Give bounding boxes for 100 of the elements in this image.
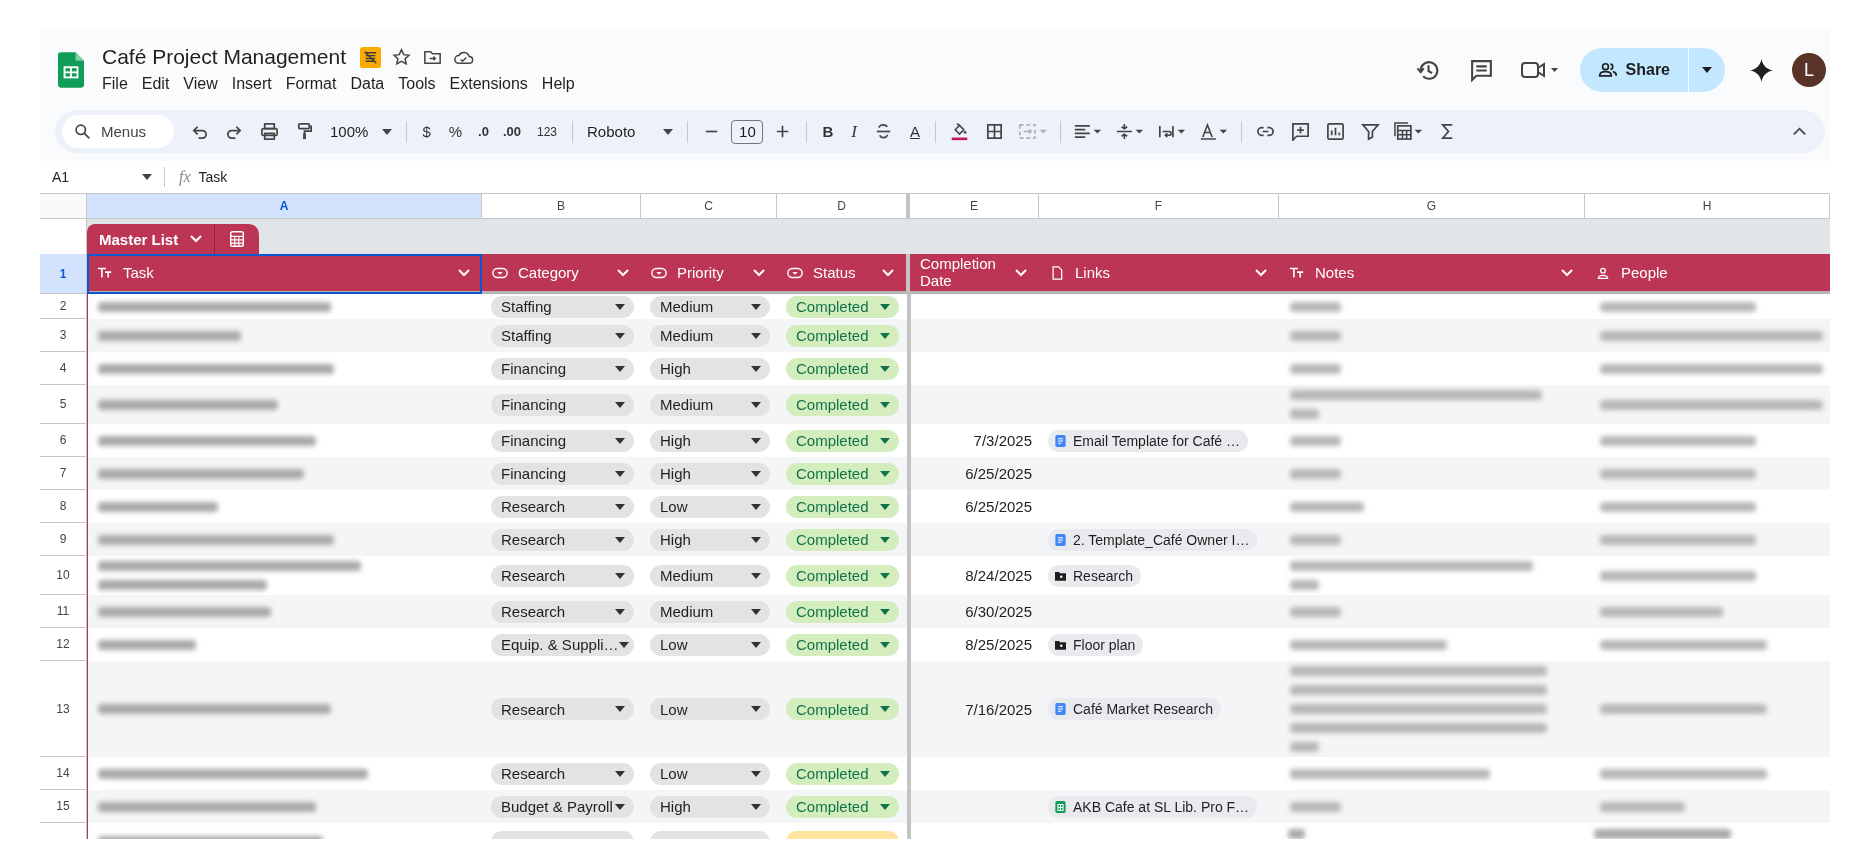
sheets-logo-icon[interactable] xyxy=(58,52,84,88)
file-link-chip[interactable]: Café Market Research xyxy=(1048,698,1222,720)
category-dropdown[interactable]: Research xyxy=(491,528,634,551)
table-column-header[interactable]: Status xyxy=(777,254,910,294)
file-link-chip[interactable]: Research xyxy=(1048,564,1141,587)
category-dropdown[interactable]: Financing xyxy=(491,429,634,452)
priority-dropdown[interactable]: Medium xyxy=(650,295,770,318)
chart-icon[interactable] xyxy=(1325,122,1345,141)
priority-dropdown[interactable]: High xyxy=(650,795,770,818)
table-name-button[interactable]: Master List xyxy=(87,224,215,254)
priority-dropdown[interactable]: Medium xyxy=(650,393,770,416)
priority-dropdown[interactable]: High xyxy=(650,462,770,485)
sparkle-icon[interactable] xyxy=(1749,57,1774,83)
row-number[interactable]: 11 xyxy=(40,595,87,628)
table-column-header[interactable]: Completion Date xyxy=(910,254,1039,294)
decrease-decimal-button[interactable]: .0 xyxy=(471,124,496,139)
paint-format-icon[interactable] xyxy=(295,122,314,141)
status-dropdown[interactable]: Completed xyxy=(786,600,899,623)
row-number[interactable]: 7 xyxy=(40,457,87,490)
share-button[interactable]: Share xyxy=(1579,48,1688,92)
status-dropdown[interactable]: Completed xyxy=(786,528,899,551)
percent-format-button[interactable]: % xyxy=(439,123,472,140)
bold-button[interactable]: B xyxy=(813,123,843,140)
menu-search-field[interactable]: Menus xyxy=(62,115,174,148)
status-dropdown[interactable]: Completed xyxy=(786,462,899,485)
category-dropdown[interactable]: Staffing xyxy=(491,324,634,347)
table-column-header[interactable]: Task xyxy=(87,254,482,294)
category-dropdown[interactable]: Research xyxy=(491,600,634,623)
chevron-icon[interactable] xyxy=(458,268,470,277)
status-dropdown[interactable]: Completed xyxy=(786,357,899,380)
table-column-header[interactable]: Priority xyxy=(641,254,777,294)
priority-dropdown[interactable]: Low xyxy=(650,633,770,656)
row-number[interactable]: 6 xyxy=(40,424,87,457)
row-number[interactable]: 14 xyxy=(40,757,87,790)
priority-dropdown[interactable]: High xyxy=(650,528,770,551)
file-link-chip[interactable]: 2. Template_Café Owner I… xyxy=(1048,528,1258,551)
table-column-header[interactable]: Notes xyxy=(1279,254,1585,294)
column-header[interactable]: D xyxy=(777,194,910,219)
row-number[interactable]: 4 xyxy=(40,352,87,385)
category-dropdown[interactable]: Equip. & Suppli… xyxy=(491,633,634,656)
priority-dropdown[interactable]: Low xyxy=(650,495,770,518)
zoom-dropdown[interactable]: 100% xyxy=(322,123,401,140)
row-number[interactable]: 12 xyxy=(40,628,87,661)
borders-icon[interactable] xyxy=(984,122,1004,141)
priority-dropdown[interactable]: Medium xyxy=(650,600,770,623)
chevron-icon[interactable] xyxy=(753,268,765,277)
text-rotation-icon[interactable] xyxy=(1198,122,1229,141)
category-dropdown[interactable]: Financing xyxy=(491,393,634,416)
column-header[interactable]: F xyxy=(1039,194,1279,219)
status-dropdown[interactable]: Completed xyxy=(786,698,899,720)
name-box[interactable]: A1 xyxy=(40,167,165,187)
menu-item[interactable]: File xyxy=(95,73,135,95)
row-number[interactable]: 15 xyxy=(40,790,87,823)
menu-item[interactable]: Insert xyxy=(224,73,279,95)
currency-format-button[interactable]: $ xyxy=(413,123,440,140)
row-number[interactable]: 3 xyxy=(40,319,87,352)
menu-item[interactable]: Help xyxy=(534,73,582,95)
category-dropdown[interactable]: Research xyxy=(491,564,634,587)
table-column-header[interactable]: People xyxy=(1585,254,1830,294)
category-dropdown[interactable]: Research xyxy=(491,495,634,518)
table-view-icon[interactable] xyxy=(1393,122,1424,141)
menu-item[interactable]: Tools xyxy=(391,73,443,95)
menu-item[interactable]: Format xyxy=(278,73,344,95)
table-column-header[interactable]: Category xyxy=(482,254,641,294)
status-dropdown[interactable]: Completed xyxy=(786,564,899,587)
file-link-chip[interactable]: Floor plan xyxy=(1048,633,1144,656)
status-dropdown[interactable]: Completed xyxy=(786,295,899,318)
priority-dropdown[interactable]: High xyxy=(650,357,770,380)
chevron-icon[interactable] xyxy=(617,268,629,277)
increase-decimal-button[interactable]: .00 xyxy=(495,124,528,139)
category-dropdown[interactable]: Financing xyxy=(491,357,634,380)
font-size-field[interactable]: 10 xyxy=(731,119,764,144)
column-header[interactable]: B xyxy=(482,194,641,219)
column-header[interactable]: H xyxy=(1585,194,1830,219)
row-number[interactable]: 1 xyxy=(40,254,87,294)
column-header[interactable]: C xyxy=(641,194,777,219)
priority-dropdown[interactable]: Medium xyxy=(650,324,770,347)
column-header[interactable]: G xyxy=(1279,194,1585,219)
menu-item[interactable]: View xyxy=(176,73,225,95)
chevron-icon[interactable] xyxy=(1015,268,1027,277)
status-dropdown[interactable]: Completed xyxy=(786,429,899,452)
align-left-icon[interactable] xyxy=(1072,122,1103,141)
print-icon[interactable] xyxy=(260,122,279,141)
text-color-button[interactable]: A xyxy=(900,123,929,140)
priority-dropdown[interactable]: Low xyxy=(650,762,770,785)
chevron-icon[interactable] xyxy=(1255,268,1267,277)
row-number[interactable]: 2 xyxy=(40,294,87,319)
row-number[interactable]: 9 xyxy=(40,523,87,556)
status-dropdown[interactable]: Completed xyxy=(786,633,899,656)
category-dropdown[interactable]: Research xyxy=(491,762,634,785)
category-dropdown[interactable]: Research xyxy=(491,698,634,720)
row-number[interactable]: 10 xyxy=(40,556,87,595)
row-number[interactable]: 5 xyxy=(40,385,87,424)
category-dropdown[interactable]: Budget & Payroll xyxy=(491,795,634,818)
chevron-icon[interactable] xyxy=(882,268,894,277)
file-link-chip[interactable]: Email Template for Café … xyxy=(1048,429,1249,452)
priority-dropdown[interactable]: High xyxy=(650,429,770,452)
account-avatar[interactable]: L xyxy=(1792,53,1826,87)
column-header[interactable]: A xyxy=(87,194,482,219)
fill-color-icon[interactable] xyxy=(949,122,969,141)
